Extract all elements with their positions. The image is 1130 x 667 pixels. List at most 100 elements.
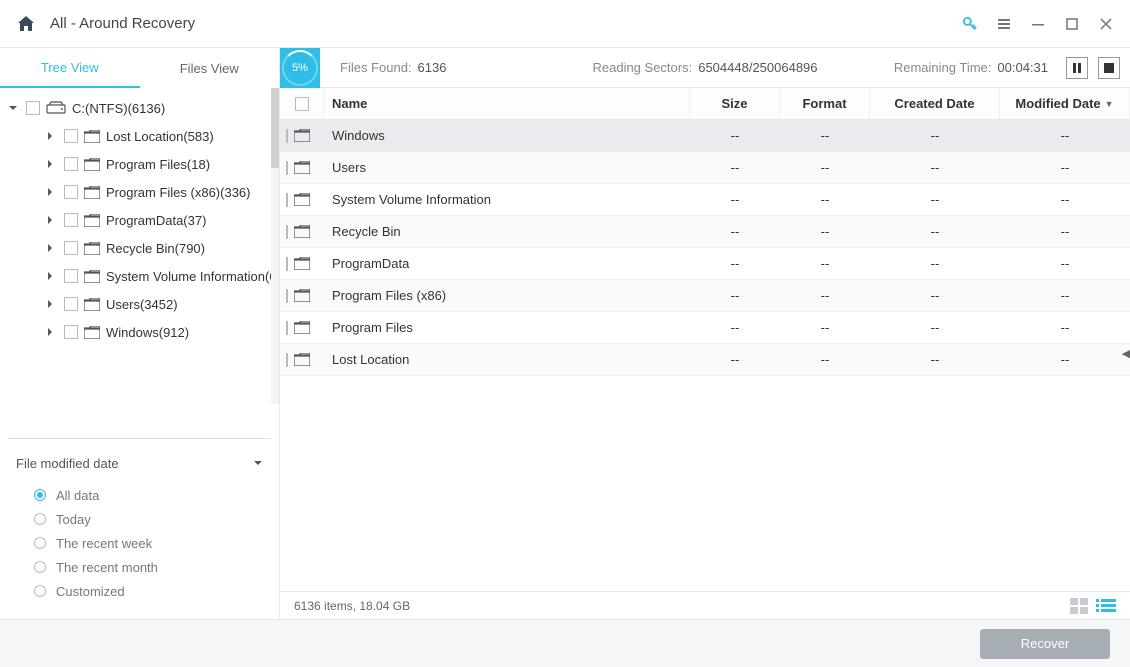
folder-icon xyxy=(84,326,100,339)
radio-icon[interactable] xyxy=(34,537,46,549)
tree-item[interactable]: Lost Location(583) xyxy=(0,122,279,150)
cell-size: -- xyxy=(690,216,780,247)
expand-icon[interactable] xyxy=(46,216,58,224)
tree-checkbox[interactable] xyxy=(64,241,78,255)
tree-item-label: Recycle Bin(790) xyxy=(106,241,205,256)
cell-name: Lost Location xyxy=(324,344,690,375)
tree-item[interactable]: Recycle Bin(790) xyxy=(0,234,279,262)
pause-button[interactable] xyxy=(1066,57,1088,79)
expand-icon[interactable] xyxy=(46,272,58,280)
key-icon[interactable] xyxy=(962,16,978,32)
col-created[interactable]: Created Date xyxy=(870,88,1000,119)
col-size[interactable]: Size xyxy=(690,88,780,119)
filter-option[interactable]: Customized xyxy=(34,579,245,603)
row-checkbox[interactable] xyxy=(286,321,288,335)
app-title: All - Around Recovery xyxy=(50,15,962,32)
table-row[interactable]: System Volume Information-------- xyxy=(280,184,1130,216)
expand-icon[interactable] xyxy=(46,244,58,252)
list-view-icon[interactable] xyxy=(1096,598,1116,614)
tree-checkbox[interactable] xyxy=(64,185,78,199)
filter-option-label: The recent week xyxy=(56,536,152,551)
expand-icon[interactable] xyxy=(46,188,58,196)
filter-option-label: All data xyxy=(56,488,99,503)
tree-checkbox[interactable] xyxy=(26,101,40,115)
tree-item[interactable]: Program Files(18) xyxy=(0,150,279,178)
radio-icon[interactable] xyxy=(34,561,46,573)
cell-size: -- xyxy=(690,184,780,215)
tree-checkbox[interactable] xyxy=(64,157,78,171)
tree-item[interactable]: Windows(912) xyxy=(0,318,279,346)
cell-name: Program Files xyxy=(324,312,690,343)
cell-name: Windows xyxy=(324,120,690,151)
filter-option[interactable]: All data xyxy=(34,483,245,507)
collapse-icon[interactable] xyxy=(8,103,20,113)
radio-icon[interactable] xyxy=(34,489,46,501)
tree-checkbox[interactable] xyxy=(64,129,78,143)
row-checkbox[interactable] xyxy=(286,129,288,143)
row-checkbox[interactable] xyxy=(286,193,288,207)
chevron-down-icon xyxy=(253,458,263,468)
folder-icon xyxy=(294,161,310,174)
grid-view-icon[interactable] xyxy=(1070,598,1090,614)
menu-icon[interactable] xyxy=(996,16,1012,32)
tab-tree-view[interactable]: Tree View xyxy=(0,48,140,88)
table-row[interactable]: Program Files (x86)-------- xyxy=(280,280,1130,312)
cell-modified: -- xyxy=(1000,248,1130,279)
maximize-icon[interactable] xyxy=(1064,16,1080,32)
home-icon[interactable] xyxy=(16,14,36,34)
col-modified[interactable]: Modified Date▼ xyxy=(1000,88,1130,119)
expand-icon[interactable] xyxy=(46,160,58,168)
expand-icon[interactable] xyxy=(46,328,58,336)
expand-icon[interactable] xyxy=(46,300,58,308)
col-name[interactable]: Name xyxy=(324,88,690,119)
tree-item[interactable]: System Volume Information(6 xyxy=(0,262,279,290)
table-row[interactable]: Program Files-------- xyxy=(280,312,1130,344)
folder-icon xyxy=(84,242,100,255)
minimize-icon[interactable] xyxy=(1030,16,1046,32)
expand-icon[interactable] xyxy=(46,132,58,140)
cell-created: -- xyxy=(870,216,1000,247)
col-format[interactable]: Format xyxy=(780,88,870,119)
tree-item[interactable]: Users(3452) xyxy=(0,290,279,318)
table-row[interactable]: Users-------- xyxy=(280,152,1130,184)
tree-checkbox[interactable] xyxy=(64,325,78,339)
cell-format: -- xyxy=(780,216,870,247)
stop-button[interactable] xyxy=(1098,57,1120,79)
sort-desc-icon: ▼ xyxy=(1105,99,1114,109)
tree-scrollbar[interactable] xyxy=(271,88,279,404)
tree-checkbox[interactable] xyxy=(64,297,78,311)
filter-option[interactable]: The recent week xyxy=(34,531,245,555)
tree-checkbox[interactable] xyxy=(64,269,78,283)
row-checkbox[interactable] xyxy=(286,257,288,271)
row-checkbox[interactable] xyxy=(286,225,288,239)
row-checkbox[interactable] xyxy=(286,289,288,303)
row-checkbox[interactable] xyxy=(286,353,288,367)
table-row[interactable]: Lost Location-------- xyxy=(280,344,1130,376)
radio-icon[interactable] xyxy=(34,513,46,525)
expand-panel-icon[interactable]: ◀ xyxy=(1121,334,1130,374)
filter-header[interactable]: File modified date xyxy=(16,449,263,477)
recover-button[interactable]: Recover xyxy=(980,629,1110,659)
tree-item-label: Program Files(18) xyxy=(106,157,210,172)
tree-root-row[interactable]: C:(NTFS)(6136) xyxy=(0,94,279,122)
tab-files-view[interactable]: Files View xyxy=(140,48,280,88)
cell-modified: -- xyxy=(1000,152,1130,183)
cell-created: -- xyxy=(870,184,1000,215)
cell-format: -- xyxy=(780,184,870,215)
filter-option[interactable]: The recent month xyxy=(34,555,245,579)
select-all-checkbox[interactable] xyxy=(295,97,309,111)
table-row[interactable]: ProgramData-------- xyxy=(280,248,1130,280)
cell-name: System Volume Information xyxy=(324,184,690,215)
radio-icon[interactable] xyxy=(34,585,46,597)
tree-item[interactable]: ProgramData(37) xyxy=(0,206,279,234)
table-row[interactable]: Windows-------- xyxy=(280,120,1130,152)
table-row[interactable]: Recycle Bin-------- xyxy=(280,216,1130,248)
filter-option[interactable]: Today xyxy=(34,507,245,531)
cell-format: -- xyxy=(780,248,870,279)
close-icon[interactable] xyxy=(1098,16,1114,32)
tree-item[interactable]: Program Files (x86)(336) xyxy=(0,178,279,206)
folder-icon xyxy=(294,225,310,238)
row-checkbox[interactable] xyxy=(286,161,288,175)
tree-item-label: Users(3452) xyxy=(106,297,178,312)
tree-checkbox[interactable] xyxy=(64,213,78,227)
